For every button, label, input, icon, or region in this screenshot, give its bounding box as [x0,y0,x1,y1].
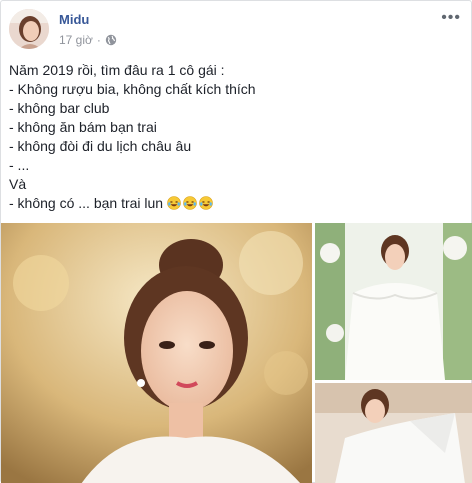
author-name[interactable]: Midu [59,12,89,27]
post-line: - không ăn bám bạn trai [9,119,157,135]
photo-white-dress[interactable] [315,223,472,380]
avatar[interactable] [9,9,49,49]
post-header: Midu 17 giờ · ••• [9,9,465,53]
post-time[interactable]: 17 giờ [59,33,93,47]
meta-separator: · [96,33,101,47]
more-options-button[interactable]: ••• [441,10,461,26]
post-line-last: - không có ... bạn trai lun [9,194,465,213]
photo-grid [1,223,472,483]
photo-white-dress-closeup[interactable] [315,383,472,483]
laughing-tears-emoji-icon [167,196,181,210]
facebook-post: Midu 17 giờ · ••• Năm 2019 rồi, tìm đâu … [0,0,472,483]
photo-portrait[interactable] [1,223,312,483]
post-line: - không đòi đi du lịch châu âu [9,138,192,154]
post-line: - ... [9,157,30,173]
laughing-tears-emoji-icon [199,196,213,210]
post-line-text: - không có ... bạn trai lun [9,195,164,211]
laughing-tears-emoji-icon [183,196,197,210]
post-meta: 17 giờ · [59,33,117,47]
globe-icon[interactable] [105,34,117,46]
post-line: Năm 2019 rồi, tìm đâu ra 1 cô gái : [9,62,225,78]
post-text: Năm 2019 rồi, tìm đâu ra 1 cô gái : - Kh… [9,61,465,213]
post-line: Và [9,176,27,192]
avatar-image [9,9,49,49]
emoji-group [167,196,215,210]
post-line: - Không rượu bia, không chất kích thích [9,81,256,97]
post-line: - không bar club [9,100,110,116]
